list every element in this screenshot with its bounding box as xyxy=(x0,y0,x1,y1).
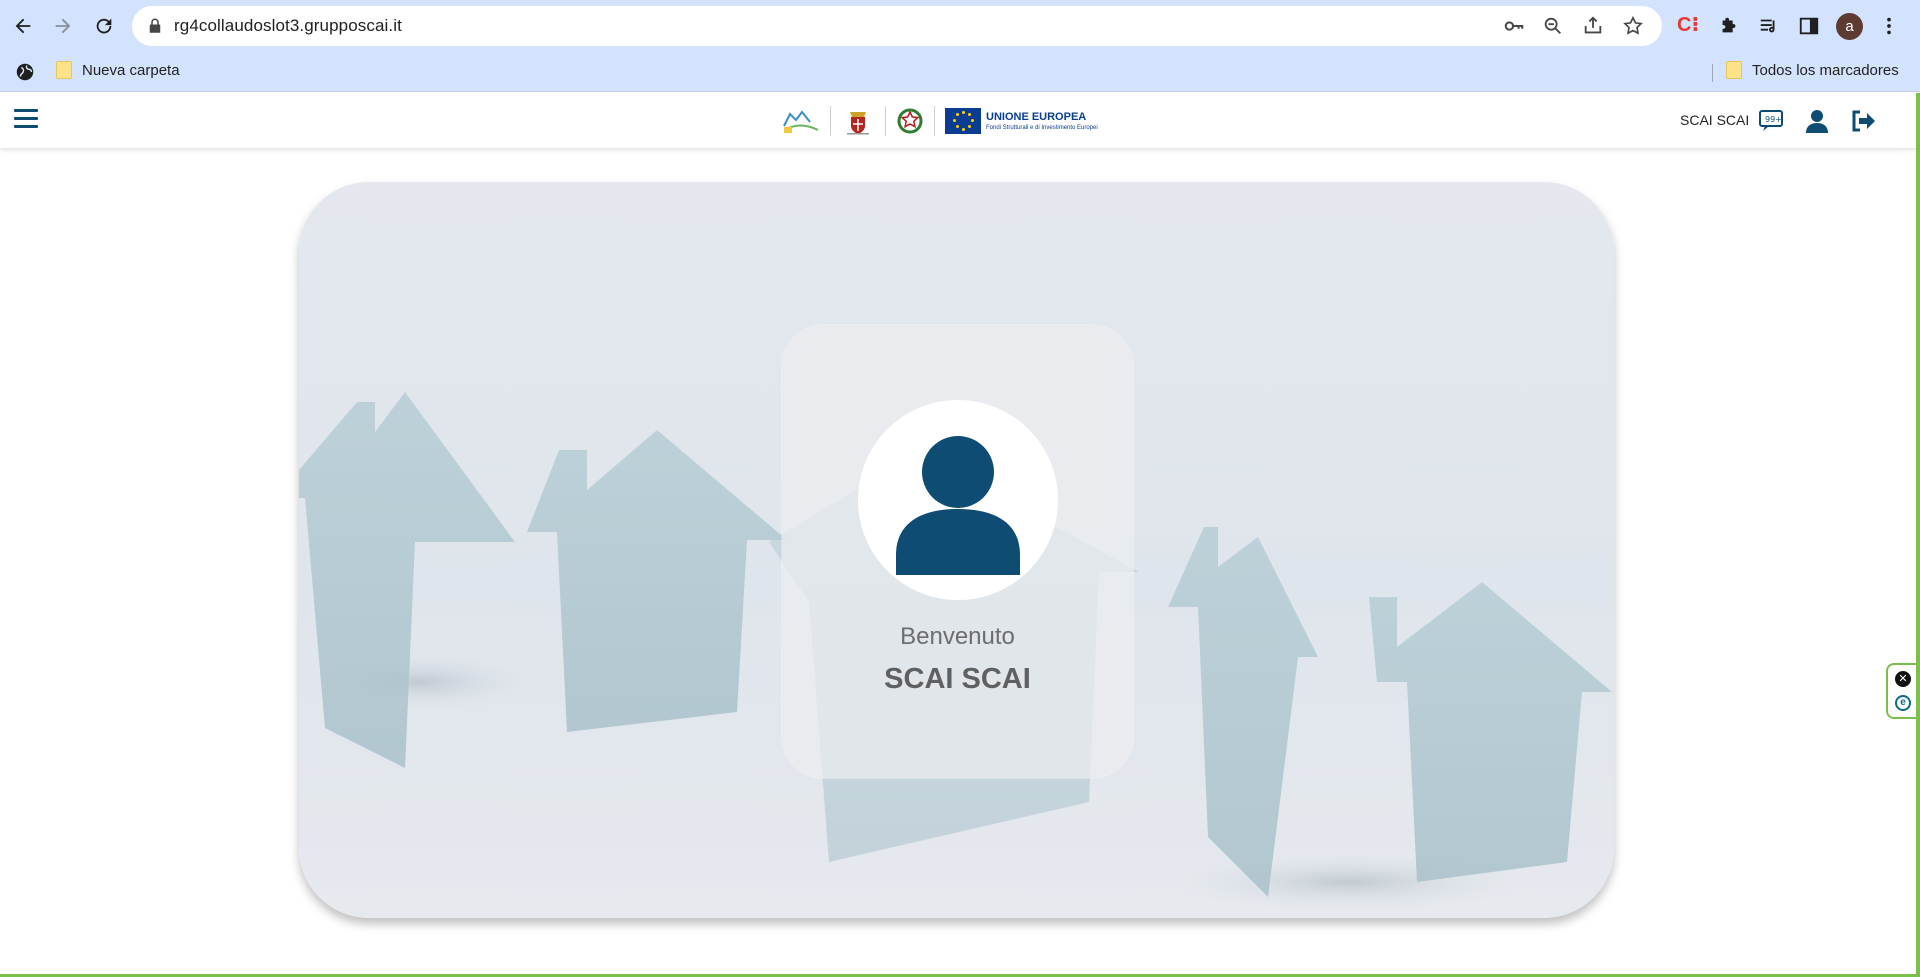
user-avatar-icon xyxy=(896,436,1020,575)
url-text[interactable]: rg4collaudoslot3.grupposcai.it xyxy=(174,16,402,36)
page-edge-accent xyxy=(1916,93,1920,977)
bookmark-separator xyxy=(1712,64,1713,82)
eu-logo-subtitle: Fondi Strutturali e di Investimento Euro… xyxy=(986,124,1098,131)
welcome-avatar xyxy=(858,400,1058,600)
italian-republic-emblem xyxy=(896,105,924,137)
forward-icon[interactable] xyxy=(50,13,76,39)
welcome-user-name: SCAI SCAI xyxy=(884,663,1031,695)
side-panel-icon[interactable] xyxy=(1796,13,1822,39)
bookmark-folder-label: Todos los marcadores xyxy=(1752,61,1899,79)
bookmark-folder-label: Nueva carpeta xyxy=(82,61,180,79)
logout-icon[interactable] xyxy=(1850,108,1876,134)
bookmark-folder-nueva-carpeta[interactable]: Nueva carpeta xyxy=(56,61,180,79)
welcome-greeting: Benvenuto xyxy=(900,623,1015,650)
app-header: UNIONE EUROPEA Fondi Strutturali e di In… xyxy=(0,93,1916,148)
chat-quote-icon[interactable]: 99+ xyxy=(1758,108,1784,134)
lock-icon[interactable] xyxy=(146,17,164,35)
share-icon[interactable] xyxy=(1582,15,1604,37)
profile-avatar[interactable]: a xyxy=(1836,13,1863,40)
bookmark-folder-all[interactable]: Todos los marcadores xyxy=(1726,61,1899,79)
accessibility-widget[interactable]: ✕ e xyxy=(1886,663,1916,719)
menu-kebab-icon[interactable] xyxy=(1876,13,1902,39)
eu-flag-icon xyxy=(945,108,981,134)
bookmarks-bar: Nueva carpeta Todos los marcadores xyxy=(0,52,1920,92)
accessibility-e-icon[interactable]: e xyxy=(1895,695,1911,711)
svg-text:99+: 99+ xyxy=(1765,115,1782,124)
key-icon[interactable] xyxy=(1503,15,1525,37)
reload-icon[interactable] xyxy=(91,13,117,39)
page-content: UNIONE EUROPEA Fondi Strutturali e di In… xyxy=(0,93,1916,977)
extension-c-icon[interactable]: C⁝ xyxy=(1677,12,1699,37)
header-user-name: SCAI SCAI xyxy=(1680,112,1750,128)
media-queue-icon[interactable] xyxy=(1756,13,1782,39)
browser-toolbar: rg4collaudoslot3.grupposcai.it C⁝ a xyxy=(0,0,1920,52)
project-logo xyxy=(780,105,820,137)
bookmark-star-icon[interactable] xyxy=(1622,15,1644,37)
logo-divider xyxy=(934,106,935,136)
user-profile-icon[interactable] xyxy=(1804,108,1830,134)
region-crest-logo xyxy=(841,105,875,137)
extensions-puzzle-icon[interactable] xyxy=(1716,13,1742,39)
eu-logo-title: UNIONE EUROPEA xyxy=(986,110,1087,123)
partner-logos: UNIONE EUROPEA Fondi Strutturali e di In… xyxy=(780,102,1098,140)
address-bar[interactable]: rg4collaudoslot3.grupposcai.it xyxy=(132,6,1662,46)
folder-icon xyxy=(56,61,72,79)
eu-logo: UNIONE EUROPEA Fondi Strutturali e di In… xyxy=(945,105,1098,137)
folder-icon xyxy=(1726,61,1742,79)
logo-divider xyxy=(885,106,886,136)
close-icon[interactable]: ✕ xyxy=(1895,671,1911,687)
zoom-out-icon[interactable] xyxy=(1542,15,1564,37)
logo-divider xyxy=(830,106,831,136)
globe-icon[interactable] xyxy=(12,59,38,85)
hamburger-menu-icon[interactable] xyxy=(14,109,38,131)
back-icon[interactable] xyxy=(10,13,36,39)
